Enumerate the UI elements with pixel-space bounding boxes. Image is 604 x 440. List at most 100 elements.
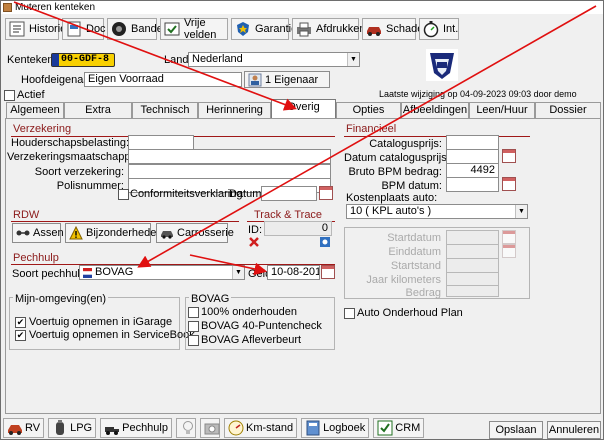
conformity-calendar-icon[interactable] <box>319 186 333 200</box>
owner-count-button[interactable]: 1 Eigenaar <box>244 71 330 88</box>
maintenance-plan-checkbox[interactable] <box>344 308 355 319</box>
tab-herinnering[interactable]: Herinnering <box>198 102 271 118</box>
country-select[interactable]: Nederland ▼ <box>188 52 360 67</box>
history-icon <box>9 21 25 37</box>
bodywork-button[interactable]: Carrosserie <box>156 223 234 243</box>
delete-icon[interactable] <box>248 236 260 248</box>
start-mileage-field <box>446 258 499 273</box>
track-id-label: ID: <box>248 224 263 236</box>
tab-algemeen-label: Algemeen <box>10 104 60 116</box>
camera-icon <box>204 423 220 435</box>
financial-divider <box>344 136 530 137</box>
print-label: Afdrukken <box>316 23 366 35</box>
tab-opties[interactable]: Opties <box>336 102 401 118</box>
bpm-date-field[interactable] <box>446 177 499 192</box>
tab-opties-label: Opties <box>352 104 385 116</box>
rv-label: RV <box>25 422 41 434</box>
list-price-date-label: Datum catalogusprijs: <box>344 152 450 164</box>
list-price-calendar-icon[interactable] <box>502 149 516 163</box>
road-tax-field[interactable] <box>128 135 194 150</box>
chevron-down-icon[interactable]: ▼ <box>232 266 244 279</box>
bodywork-label: Carrosserie <box>177 227 234 239</box>
logbook-label: Logboek <box>323 422 366 434</box>
damage-button[interactable]: Schade <box>362 18 423 40</box>
warranty-button[interactable]: Garantie <box>231 18 297 40</box>
tab-afbeeldingen[interactable]: Afbeeldingen <box>401 102 469 118</box>
cancel-label: Annuleren <box>548 424 600 436</box>
tab-technisch[interactable]: Technisch <box>132 102 198 118</box>
policy-number-label: Polisnummer: <box>56 180 124 192</box>
logbook-icon <box>306 420 320 436</box>
valid-until-calendar-icon[interactable] <box>321 265 335 279</box>
roadside-type-select[interactable]: BOVAG ▼ <box>79 265 245 280</box>
doc-button[interactable]: Doc <box>62 18 106 40</box>
servicebook-checkbox[interactable]: ✔ <box>15 330 26 341</box>
amount-label: Bedrag <box>405 287 441 299</box>
tab-afbeeldingen-label: Afbeeldingen <box>402 104 468 116</box>
int-button[interactable]: Int. <box>419 18 459 40</box>
damage-icon <box>367 27 381 36</box>
tab-extra[interactable]: Extra <box>64 102 132 118</box>
financial-title: Financieel <box>346 123 397 135</box>
bovag-40-checkbox[interactable] <box>188 321 199 332</box>
delivery-inspection-checkbox[interactable] <box>188 335 199 346</box>
plate-label: Kenteken <box>7 54 54 66</box>
insurance-title: Verzekering <box>13 123 72 135</box>
valid-until-field[interactable]: 10-08-2017 <box>267 265 320 280</box>
tab-algemeen[interactable]: Algemeen <box>6 102 64 118</box>
owner-label: Hoofdeigenaar <box>21 74 94 86</box>
cancel-button[interactable]: Annuleren <box>547 421 601 439</box>
tires-button[interactable]: Banden <box>107 18 169 40</box>
annual-km-label: Jaar kilometers <box>366 274 441 286</box>
print-button[interactable]: Afdrukken <box>292 18 366 40</box>
cost-center-value: 10 ( KPL auto's ) <box>350 205 432 217</box>
active-checkbox[interactable] <box>4 90 15 101</box>
conformity-date-field[interactable] <box>261 186 317 201</box>
plate-field[interactable]: 00-GDF-8 <box>51 53 115 67</box>
camera-button[interactable] <box>199 418 220 438</box>
gmc-logo-icon <box>426 49 458 81</box>
lightbulb-button[interactable] <box>175 418 196 438</box>
chevron-down-icon[interactable]: ▼ <box>347 53 359 66</box>
axles-button[interactable]: Assen <box>12 223 64 243</box>
roadside-assist-label: Pechhulp <box>122 422 168 434</box>
lightbulb-icon <box>182 421 193 434</box>
owner-field[interactable]: Eigen Voorraad <box>84 72 242 87</box>
document-icon <box>67 21 81 37</box>
igarage-checkbox[interactable]: ✔ <box>15 317 26 328</box>
start-mileage-label: Startstand <box>390 260 441 272</box>
rv-button[interactable]: RV <box>3 418 45 438</box>
save-button[interactable]: Opslaan <box>489 421 543 439</box>
tow-truck-icon <box>105 427 120 435</box>
mileage-button[interactable]: Km-stand <box>223 418 298 438</box>
crm-button[interactable]: CRM <box>373 418 425 438</box>
free-fields-button[interactable]: Vrije velden <box>160 17 228 41</box>
gross-bpm-field[interactable]: 4492 <box>446 163 499 178</box>
tab-dossier[interactable]: Dossier <box>535 102 601 118</box>
bottom-toolbar: RV LPG Pechhulp Km-stand Logboek CRM <box>3 417 425 439</box>
bovag-40-label: BOVAG 40-Puntencheck <box>201 320 322 332</box>
tab-leen-huur-label: Leen/Huur <box>476 104 528 116</box>
bpm-date-calendar-icon[interactable] <box>502 177 516 191</box>
conformity-checkbox[interactable] <box>118 189 129 200</box>
doc-label: Doc <box>86 23 106 35</box>
insurance-type-field[interactable] <box>128 164 331 179</box>
cost-center-select[interactable]: 10 ( KPL auto's ) ▼ <box>346 204 528 219</box>
lpg-button[interactable]: LPG <box>48 418 97 438</box>
tab-herinnering-label: Herinnering <box>206 104 263 116</box>
list-price-date-field[interactable] <box>446 149 499 164</box>
tab-overig[interactable]: Overig <box>271 99 336 118</box>
rv-icon <box>8 425 22 435</box>
app-icon <box>3 3 12 12</box>
logbook-button[interactable]: Logboek <box>301 418 370 438</box>
chevron-down-icon[interactable]: ▼ <box>515 205 527 218</box>
list-price-field[interactable] <box>446 135 499 150</box>
tab-leen-huur[interactable]: Leen/Huur <box>469 102 535 118</box>
roadside-assist-button[interactable]: Pechhulp <box>100 418 172 438</box>
insurer-field[interactable] <box>128 149 331 164</box>
history-button[interactable]: Historie <box>5 18 66 40</box>
particulars-button[interactable]: Bijzonderheden <box>65 223 162 243</box>
fully-maintained-checkbox[interactable] <box>188 307 199 318</box>
free-fields-icon <box>164 22 180 36</box>
locate-icon[interactable] <box>319 236 331 248</box>
